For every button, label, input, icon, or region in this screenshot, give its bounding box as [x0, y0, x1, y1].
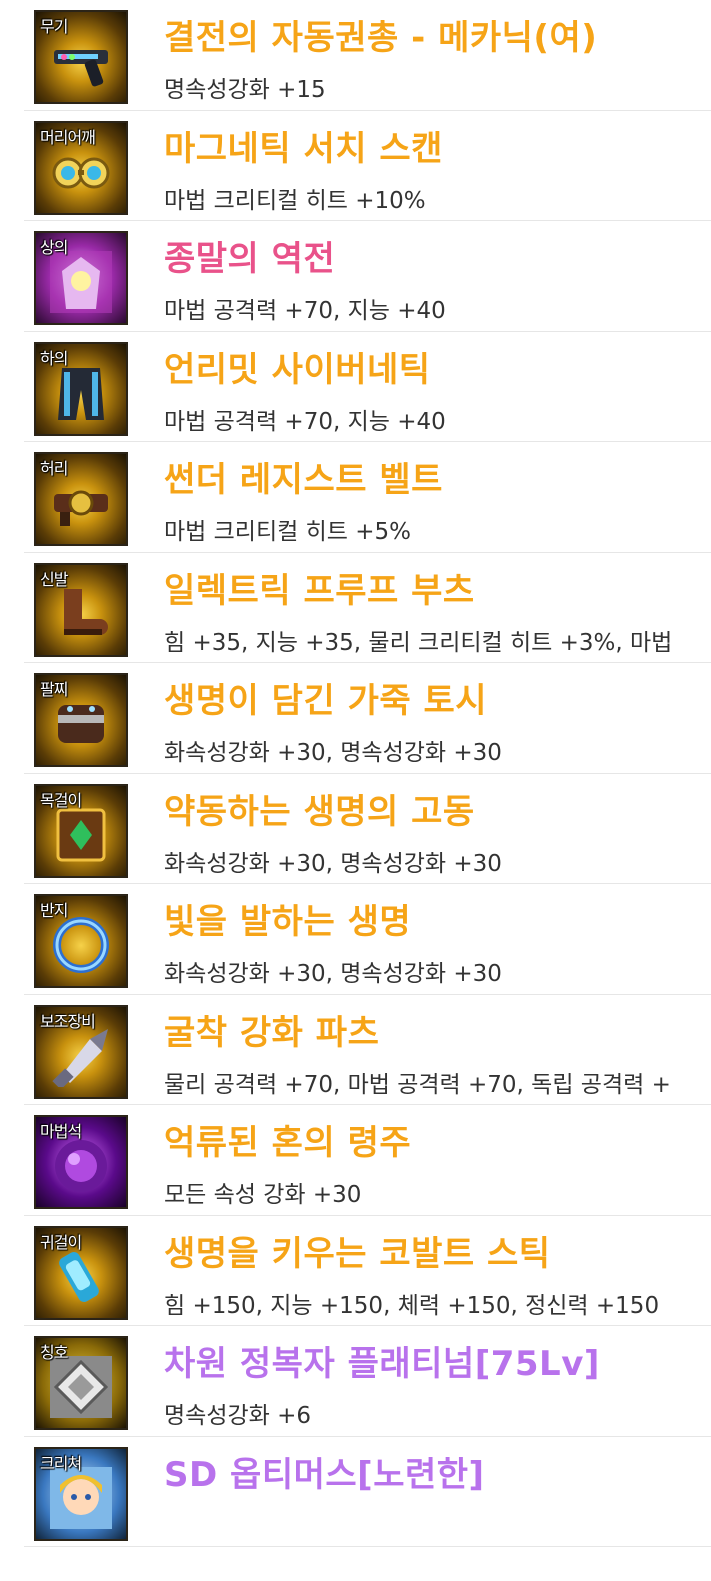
- slot-label: 팔찌: [40, 680, 68, 699]
- equipment-row[interactable]: 머리어깨 마그네틱 서치 스캔마법 크리티컬 히트 +10%: [24, 111, 711, 221]
- equipment-row[interactable]: 신발 일렉트릭 프루프 부츠힘 +35, 지능 +35, 물리 크리티컬 히트 +…: [24, 553, 711, 663]
- equipment-row[interactable]: 반지 빛을 발하는 생명화속성강화 +30, 명속성강화 +30: [24, 884, 711, 995]
- item-name[interactable]: 결전의 자동권총 - 메카닉(여): [164, 10, 597, 59]
- item-name[interactable]: 약동하는 생명의 고동: [164, 784, 475, 833]
- item-name[interactable]: 굴착 강화 파츠: [164, 1005, 379, 1054]
- title-icon: 칭호: [34, 1336, 128, 1430]
- equipment-row[interactable]: 귀걸이 생명을 키우는 코발트 스틱힘 +150, 지능 +150, 체력 +15…: [24, 1216, 711, 1326]
- drill-icon: 보조장비: [34, 1004, 128, 1099]
- item-name[interactable]: 일렉트릭 프루프 부츠: [164, 563, 475, 612]
- necklace-icon: 목걸이: [34, 783, 128, 878]
- item-stats: 화속성강화 +30, 명속성강화 +30: [164, 740, 502, 766]
- item-stats: 명속성강화 +6: [164, 1403, 312, 1429]
- equipment-row[interactable]: 크리쳐 SD 옵티머스[노련한]: [24, 1437, 711, 1547]
- slot-label: 상의: [40, 238, 68, 257]
- slot-label: 하의: [40, 348, 68, 368]
- item-stats: 힘 +35, 지능 +35, 물리 크리티컬 히트 +3%, 마법: [164, 629, 673, 656]
- revolver-icon: 무기: [34, 10, 128, 104]
- item-stats: 마법 크리티컬 히트 +5%: [164, 519, 411, 545]
- bracer-icon: 팔찌: [34, 673, 128, 767]
- goggles-icon: 머리어깨: [34, 120, 128, 215]
- equipment-row[interactable]: 마법석 억류된 혼의 령주모든 속성 강화 +30: [24, 1105, 711, 1216]
- equipment-row[interactable]: 허리 썬더 레지스트 벨트마법 크리티컬 히트 +5%: [24, 442, 711, 553]
- item-name[interactable]: 생명이 담긴 가죽 토시: [164, 673, 487, 722]
- equipment-row[interactable]: 칭호 차원 정복자 플래티넘[75Lv] 명속성강화 +6: [24, 1326, 711, 1437]
- item-stats: 모든 속성 강화 +30: [164, 1182, 362, 1208]
- equipment-row[interactable]: 팔찌 생명이 담긴 가죽 토시화속성강화 +30, 명속성강화 +30: [24, 663, 711, 774]
- ring-icon: 반지: [34, 894, 128, 988]
- slot-label: 칭호: [40, 1343, 68, 1362]
- item-name[interactable]: 종말의 역전: [164, 231, 335, 280]
- item-name[interactable]: SD 옵티머스[노련한]: [164, 1447, 485, 1496]
- item-stats: 힘 +150, 지능 +150, 체력 +150, 정신력 +150: [164, 1292, 660, 1319]
- slot-label: 보조장비: [40, 1011, 96, 1031]
- item-stats: 화속성강화 +30, 명속성강화 +30: [164, 850, 502, 877]
- equipment-list: 무기 결전의 자동권총 - 메카닉(여) 명속성강화 +15 머리어깨 마그네틱 서치 …: [0, 0, 711, 1547]
- equipment-row[interactable]: 하의 언리밋 사이버네틱마법 공격력 +70, 지능 +40: [24, 332, 711, 442]
- slot-label: 크리쳐: [40, 1453, 82, 1473]
- item-name[interactable]: 썬더 레지스트 벨트: [164, 452, 443, 501]
- item-name[interactable]: 빛을 발하는 생명: [164, 894, 411, 943]
- robe-icon: 상의: [34, 231, 128, 325]
- equipment-row[interactable]: 무기 결전의 자동권총 - 메카닉(여) 명속성강화 +15: [24, 0, 711, 111]
- equipment-row[interactable]: 상의 종말의 역전마법 공격력 +70, 지능 +40: [24, 221, 711, 332]
- slot-label: 반지: [40, 901, 68, 920]
- item-stats: 마법 크리티컬 히트 +10%: [164, 187, 426, 214]
- item-stats: 명속성강화 +15: [164, 77, 326, 103]
- equipment-row[interactable]: 목걸이 약동하는 생명의 고동화속성강화 +30, 명속성강화 +30: [24, 774, 711, 884]
- item-name[interactable]: 억류된 혼의 령주: [164, 1115, 411, 1164]
- item-name[interactable]: 마그네틱 서치 스캔: [164, 121, 443, 170]
- earring-icon: 귀걸이: [34, 1225, 128, 1320]
- slot-label: 목걸이: [40, 790, 82, 810]
- slot-label: 허리: [40, 459, 68, 478]
- belt-icon: 허리: [34, 452, 128, 546]
- item-stats: 화속성강화 +30, 명속성강화 +30: [164, 961, 502, 987]
- item-stats: 마법 공격력 +70, 지능 +40: [164, 408, 446, 435]
- slot-label: 마법석: [40, 1122, 82, 1141]
- item-stats: 물리 공격력 +70, 마법 공격력 +70, 독립 공격력 +: [164, 1071, 671, 1098]
- slot-label: 신발: [40, 569, 68, 589]
- pants-icon: 하의: [34, 341, 128, 436]
- equipment-row[interactable]: 보조장비 굴착 강화 파츠물리 공격력 +70, 마법 공격력 +70, 독립 공…: [24, 995, 711, 1105]
- magic-stone-icon: 마법석: [34, 1115, 128, 1209]
- creature-icon: 크리쳐: [34, 1446, 128, 1541]
- item-stats: 마법 공격력 +70, 지능 +40: [164, 298, 446, 324]
- boots-icon: 신발: [34, 562, 128, 657]
- slot-label: 머리어깨: [40, 127, 96, 147]
- item-name[interactable]: 생명을 키우는 코발트 스틱: [164, 1226, 551, 1275]
- item-name[interactable]: 언리밋 사이버네틱: [164, 342, 431, 391]
- slot-label: 귀걸이: [40, 1232, 82, 1252]
- slot-label: 무기: [40, 17, 68, 36]
- item-name[interactable]: 차원 정복자 플래티넘[75Lv]: [164, 1336, 600, 1385]
